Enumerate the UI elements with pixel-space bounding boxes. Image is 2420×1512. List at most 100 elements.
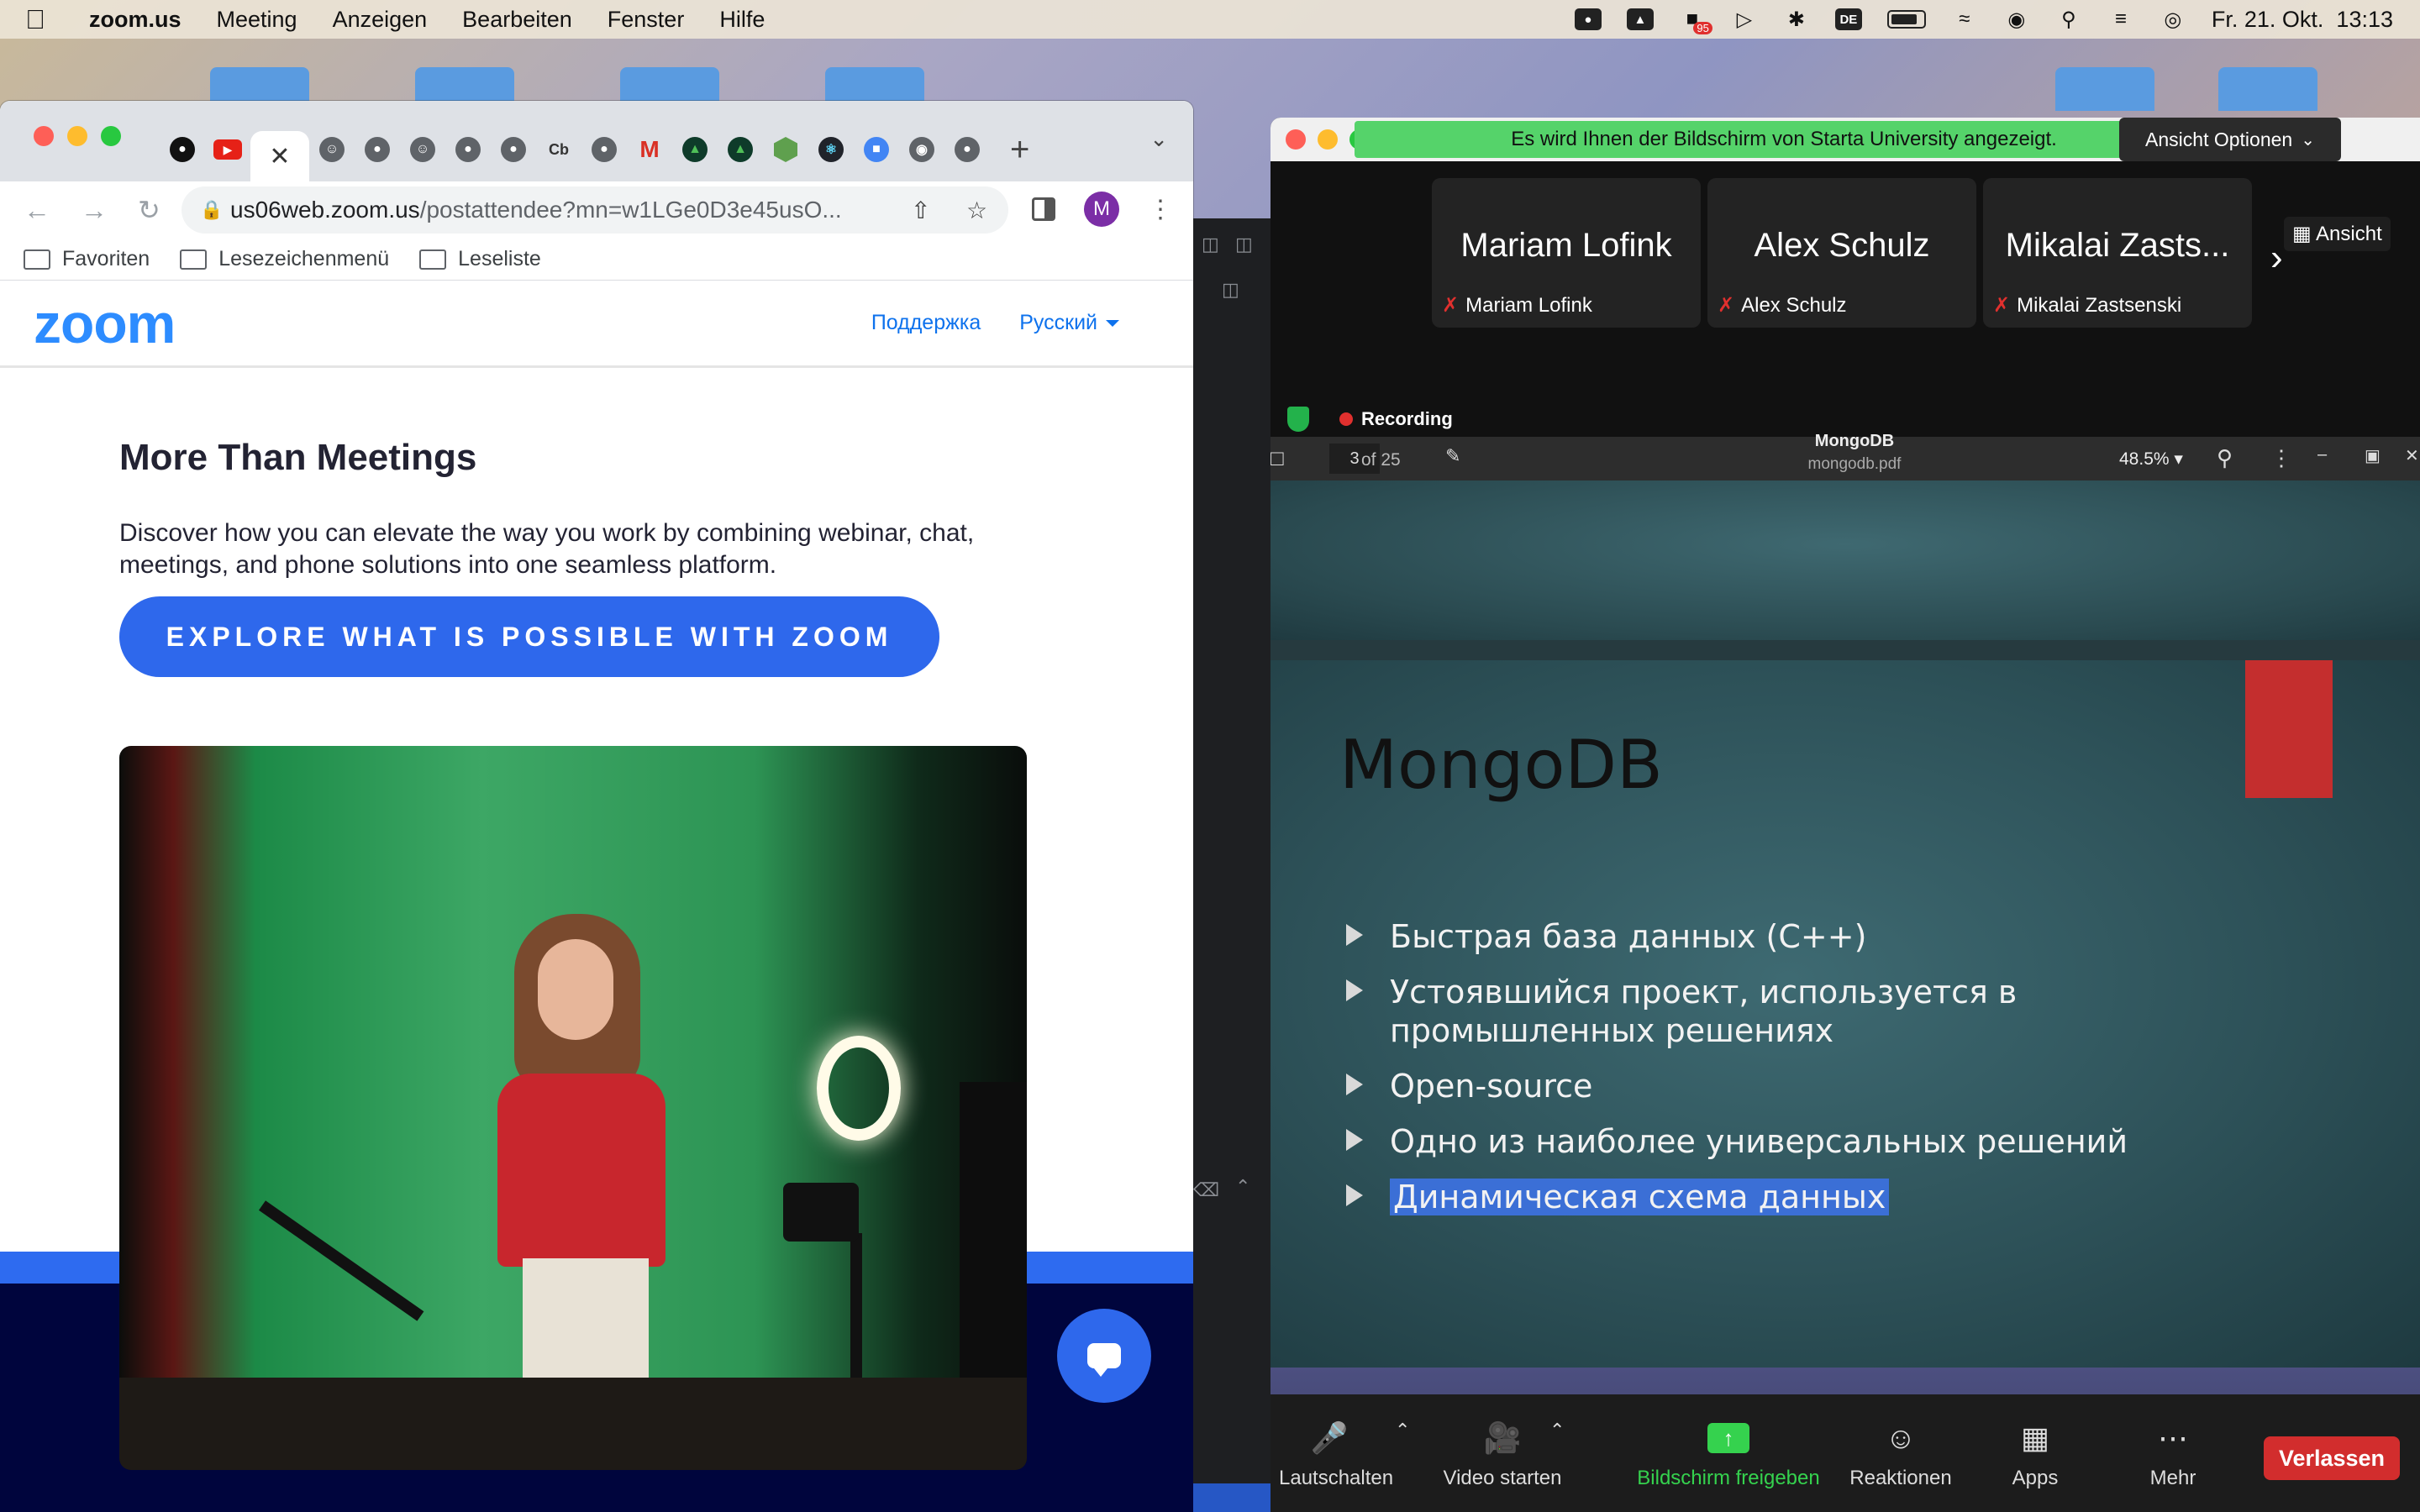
apps-button[interactable]: ▦ Apps [1993, 1394, 2077, 1512]
zoom-logo[interactable]: zoom [34, 291, 176, 355]
drive-status-icon[interactable]: ▲ [1626, 8, 1654, 30]
desktop-folder-icon[interactable] [2055, 67, 2154, 111]
address-bar[interactable]: 🔒 us06web.zoom.us/postattendee?mn=w1LGe0… [182, 186, 1008, 234]
lock-icon[interactable]: 🔒 [200, 199, 230, 221]
participant-tile[interactable]: Mikalai Zasts... ✗ Mikalai Zastsenski [1983, 178, 2252, 328]
bookmark-lesezeichenmenu[interactable]: Lesezeichenmenü [180, 247, 389, 271]
search-icon[interactable]: ⚲ [2217, 445, 2233, 471]
new-tab-button[interactable]: + [1010, 131, 1029, 169]
apple-icon[interactable]:  [25, 4, 69, 35]
menu-clock[interactable]: Fr. 21. Okt. 13:13 [2212, 7, 2393, 33]
explore-zoom-button[interactable]: EXPLORE WHAT IS POSSIBLE WITH ZOOM [119, 596, 939, 677]
close-tab-icon[interactable]: ✕ [269, 142, 290, 171]
tab-coinbase[interactable]: Cb [536, 126, 581, 173]
split-editor-icon[interactable]: ◫ [1222, 279, 1239, 301]
tab-site[interactable]: ☺ [400, 126, 445, 173]
close-window-button[interactable] [34, 126, 54, 146]
bluetooth-icon[interactable]: ✱ [1783, 8, 1810, 31]
tab-react[interactable]: ⚛ [808, 126, 854, 173]
back-button[interactable]: ← [24, 195, 57, 226]
minimize-window-button[interactable] [67, 126, 87, 146]
forward-button[interactable]: → [81, 195, 114, 226]
input-language[interactable]: DE [1834, 8, 1862, 30]
globe-icon: ● [365, 137, 390, 162]
restore-icon[interactable]: ▣ [2365, 445, 2381, 466]
user-icon[interactable]: ◉ [2003, 8, 2030, 31]
participant-tile[interactable]: Alex Schulz ✗ Alex Schulz [1707, 178, 1976, 328]
search-icon[interactable]: ⚲ [2055, 8, 2082, 31]
reactions-button[interactable]: ☺ Reaktionen [1842, 1394, 1960, 1512]
tab-gmail[interactable]: M [627, 126, 672, 173]
minimize-icon[interactable]: – [2317, 445, 2327, 465]
tab-youtube[interactable]: ▶ [205, 126, 250, 173]
close-icon[interactable]: ✕ [2405, 445, 2419, 466]
bookmark-favoriten[interactable]: Favoriten [24, 247, 150, 271]
menu-app-name[interactable]: zoom.us [89, 7, 182, 33]
view-options-button[interactable]: Ansicht Optionen ⌄ [2119, 118, 2341, 161]
participant-tile[interactable]: Mariam Lofink ✗ Mariam Lofink [1432, 178, 1701, 328]
tab-site[interactable]: ● [445, 126, 491, 173]
desktop-folder-icon[interactable] [2218, 67, 2317, 111]
zoom-window-button[interactable] [101, 126, 121, 146]
chevron-up-icon[interactable]: ⌃ [1235, 1176, 1250, 1198]
tab-site[interactable]: ☺ [309, 126, 355, 173]
close-window-button[interactable] [1286, 129, 1306, 150]
language-dropdown[interactable]: Русский [1019, 311, 1119, 335]
menu-fenster[interactable]: Fenster [608, 7, 685, 33]
menu-bearbeiten[interactable]: Bearbeiten [462, 7, 572, 33]
chat-button[interactable] [1057, 1309, 1151, 1403]
security-shield-icon[interactable] [1287, 407, 1309, 432]
share-screen-icon: ↑ [1707, 1423, 1749, 1453]
recording-indicator[interactable]: Recording [1339, 408, 1453, 430]
video-options-caret-icon[interactable]: ⌃ [1549, 1420, 1565, 1441]
support-link[interactable]: Поддержка [871, 311, 981, 335]
tab-site[interactable]: ● [355, 126, 400, 173]
zoom-status-icon[interactable]: ● [1574, 8, 1602, 30]
next-participants-arrow-icon[interactable]: › [2270, 237, 2283, 279]
trash-icon[interactable]: ⌫ [1193, 1179, 1219, 1201]
siri-icon[interactable]: ◎ [2160, 8, 2186, 31]
screen-share-banner: Es wird Ihnen der Bildschirm von Starta … [1355, 121, 2213, 158]
control-center-icon[interactable]: ≡ [2107, 8, 2134, 31]
bookmark-star-icon[interactable]: ☆ [966, 197, 987, 224]
profile-avatar[interactable]: M [1084, 192, 1119, 227]
start-video-button[interactable]: 🎥 Video starten [1435, 1394, 1570, 1512]
pdf-zoom-select[interactable]: 48.5% ▾ [2119, 449, 2183, 470]
side-panel-icon[interactable] [1032, 197, 1055, 221]
tab-docs[interactable]: ■ [854, 126, 899, 173]
browser-menu-icon[interactable]: ⋮ [1148, 195, 1173, 224]
tab-github[interactable]: ● [160, 126, 205, 173]
sidebar-toggle-icon[interactable]: □ [1270, 445, 1284, 471]
tab-mongodb[interactable]: ▲ [718, 126, 763, 173]
tab-chrome[interactable]: ◉ [899, 126, 944, 173]
play-icon[interactable]: ▷ [1731, 8, 1758, 31]
menu-anzeigen[interactable]: Anzeigen [333, 7, 428, 33]
edit-pencil-icon[interactable]: ✎ [1445, 445, 1460, 467]
more-vertical-icon[interactable]: ⋮ [2270, 445, 2292, 471]
minimize-window-button[interactable] [1318, 129, 1338, 150]
audio-options-caret-icon[interactable]: ⌃ [1395, 1420, 1410, 1441]
share-icon[interactable]: ⇧ [911, 197, 930, 224]
reload-button[interactable]: ↻ [138, 194, 171, 226]
tab-zoom-active[interactable]: ✕ [250, 131, 309, 181]
tab-mongodb[interactable]: ▲ [672, 126, 718, 173]
menu-meeting[interactable]: Meeting [217, 7, 297, 33]
tab-site[interactable]: ● [944, 126, 990, 173]
layout-icon[interactable]: ◫ [1202, 234, 1219, 255]
menu-hilfe[interactable]: Hilfe [719, 7, 765, 33]
share-screen-button[interactable]: ↑ Bildschirm freigeben [1615, 1394, 1842, 1512]
battery-icon[interactable] [1886, 10, 1926, 29]
pdf-filename: mongodb.pdf [1807, 455, 1902, 473]
tab-search-chevron-icon[interactable]: ⌄ [1150, 126, 1168, 152]
tab-nodejs[interactable] [763, 126, 808, 173]
leave-meeting-button[interactable]: Verlassen [2264, 1436, 2400, 1480]
tab-site[interactable]: ● [491, 126, 536, 173]
notifications-icon[interactable]: ■ 95 [1679, 8, 1712, 34]
bookmark-leseliste[interactable]: Leseliste [419, 247, 541, 271]
wifi-icon[interactable]: ≈ [1951, 8, 1978, 31]
more-button[interactable]: ⋯ Mehr [2131, 1394, 2215, 1512]
view-button[interactable]: ▦ Ansicht [2284, 217, 2391, 251]
unmute-button[interactable]: 🎤 Lautschalten [1279, 1394, 1393, 1512]
tab-site[interactable]: ● [581, 126, 627, 173]
split-icon[interactable]: ◫ [1235, 234, 1253, 255]
